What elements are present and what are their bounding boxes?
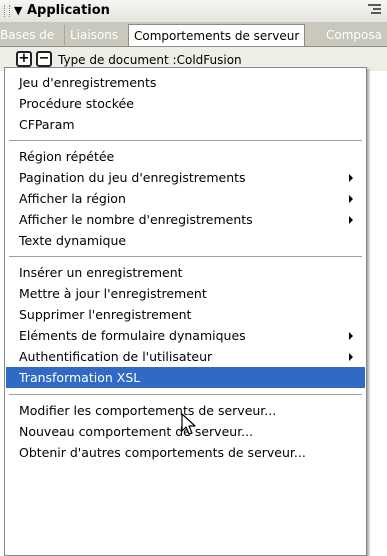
menu-item-pagination[interactable]: Pagination du jeu d'enregistrements <box>6 167 365 188</box>
menu-item-afficher-nombre[interactable]: Afficher le nombre d'enregistrements <box>6 209 365 230</box>
panel-title[interactable]: Application <box>27 3 110 18</box>
menu-item-label: Pagination du jeu d'enregistrements <box>19 170 246 185</box>
menu-item-label: Afficher le nombre d'enregistrements <box>19 212 253 227</box>
panel-options-icon[interactable] <box>368 4 381 16</box>
menu-item-afficher-region[interactable]: Afficher la région <box>6 188 365 209</box>
tab-composants[interactable]: Composa <box>322 25 387 45</box>
tab-liaisons[interactable]: Liaisons <box>65 25 133 45</box>
tab-comportements-de-serveur[interactable]: Comportements de serveur <box>128 24 306 46</box>
menu-item-label: Authentification de l'utilisateur <box>19 349 213 364</box>
collapse-arrow-icon[interactable]: ▼ <box>14 4 22 17</box>
menu-item-obtenir-comportements[interactable]: Obtenir d'autres comportements de serveu… <box>6 442 365 463</box>
menu-item-cfparam[interactable]: CFParam <box>6 114 365 135</box>
menu-separator <box>9 394 362 396</box>
menu-item-label: Afficher la région <box>19 191 126 206</box>
menu-item-label: Texte dynamique <box>19 233 127 248</box>
document-type-label: Type de document :ColdFusion <box>58 53 242 67</box>
remove-behavior-button[interactable]: − <box>36 51 52 67</box>
menu-item-inserer-enregistrement[interactable]: Insérer un enregistrement <box>6 262 365 283</box>
menu-item-label: Eléments de formulaire dynamiques <box>19 328 246 343</box>
panel-title-bar[interactable]: ▼ Application <box>0 0 387 23</box>
menu-item-label: Jeu d'enregistrements <box>19 75 157 90</box>
menu-item-jeu-enregistrements[interactable]: Jeu d'enregistrements <box>6 72 365 93</box>
panel-tabs: Bases de Liaisons Comportements de serve… <box>0 23 387 47</box>
menu-item-label: Modifier les comportements de serveur... <box>19 403 277 418</box>
mouse-cursor-icon <box>181 413 196 435</box>
menu-item-label: Obtenir d'autres comportements de serveu… <box>19 445 306 460</box>
tab-bases-de-donnees[interactable]: Bases de <box>0 25 65 45</box>
menu-separator <box>9 256 362 258</box>
menu-item-label: Mettre à jour l'enregistrement <box>19 286 207 301</box>
submenu-arrow-icon <box>349 216 353 224</box>
menu-item-supprimer-enregistrement[interactable]: Supprimer l'enregistrement <box>6 304 365 325</box>
menu-item-mettre-a-jour[interactable]: Mettre à jour l'enregistrement <box>6 283 365 304</box>
submenu-arrow-icon <box>349 174 353 182</box>
menu-item-label: CFParam <box>19 117 75 132</box>
menu-item-procedure-stockee[interactable]: Procédure stockée <box>6 93 365 114</box>
menu-item-authentification[interactable]: Authentification de l'utilisateur <box>6 346 365 367</box>
submenu-arrow-icon <box>349 332 353 340</box>
menu-item-label: Procédure stockée <box>19 96 134 111</box>
menu-item-label: Supprimer l'enregistrement <box>19 307 192 322</box>
menu-item-texte-dynamique[interactable]: Texte dynamique <box>6 230 365 251</box>
menu-item-region-repetee[interactable]: Région répétée <box>6 146 365 167</box>
server-behaviors-menu: Jeu d'enregistrements Procédure stockée … <box>4 67 367 556</box>
menu-item-label: Insérer un enregistrement <box>19 265 183 280</box>
submenu-arrow-icon <box>349 195 353 203</box>
submenu-arrow-icon <box>349 353 353 361</box>
application-panel: ▼ Application Bases de Liaisons Comporte… <box>0 0 387 556</box>
menu-item-label: Région répétée <box>19 149 115 164</box>
add-behavior-button[interactable]: + <box>16 51 32 67</box>
panel-grip-icon[interactable] <box>4 5 10 17</box>
menu-item-label: Nouveau comportement de serveur... <box>19 424 254 439</box>
menu-separator <box>9 140 362 142</box>
menu-item-transformation-xsl[interactable]: Transformation XSL <box>6 367 365 388</box>
menu-item-label: Transformation XSL <box>19 370 141 385</box>
menu-item-elements-formulaire[interactable]: Eléments de formulaire dynamiques <box>6 325 365 346</box>
